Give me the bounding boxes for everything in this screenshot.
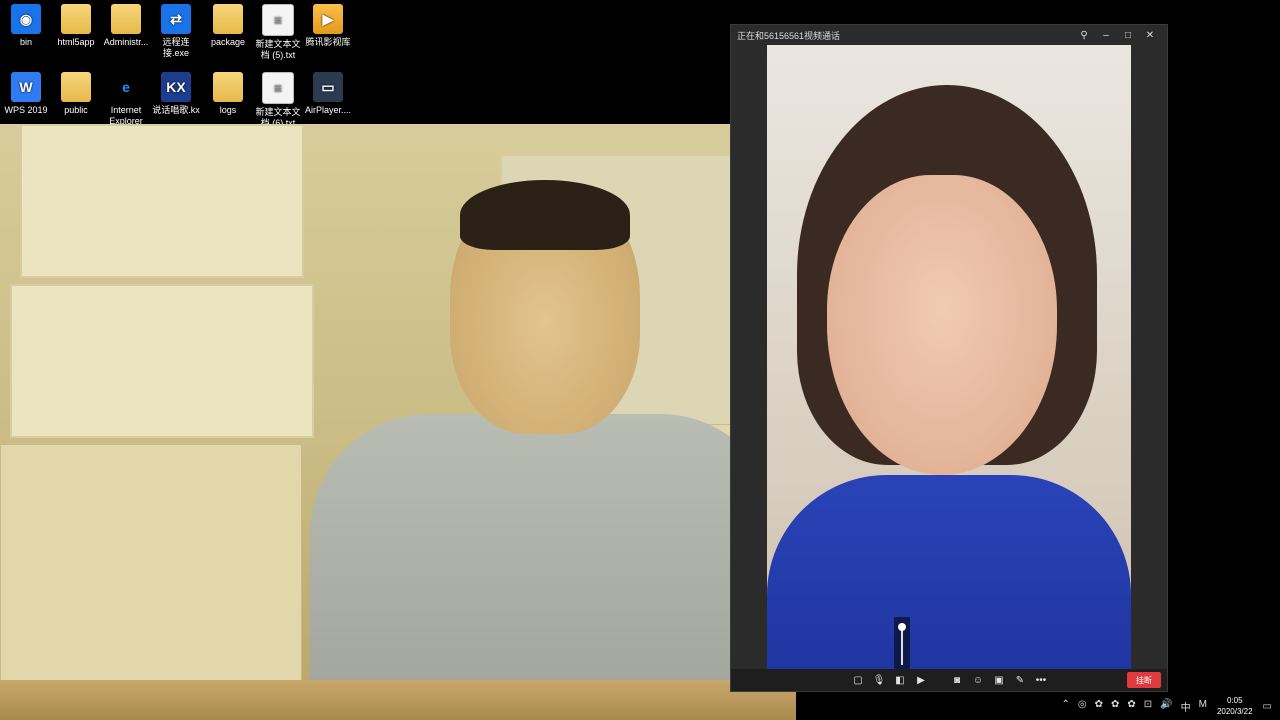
tray-icon[interactable]: ◎ — [1078, 699, 1087, 714]
desktop-icon-label: 远程连接.exe — [162, 37, 190, 58]
notification-icon[interactable]: ▭ — [1263, 701, 1272, 712]
tray-icon[interactable]: ⊡ — [1144, 699, 1152, 714]
video-call-window[interactable]: 正在和56156561视频通话 ⚲ – □ ✕ ▢ 🎙 ◧ ▶ ◙ ☺ ▣ ✎ ••• 挂断 — [730, 24, 1168, 692]
screen-share-icon[interactable]: ▣ — [992, 673, 1006, 687]
desktop-icon-label: WPS 2019 — [4, 105, 48, 115]
remote-video — [767, 45, 1131, 669]
desktop-icon[interactable]: e Internet Explorer — [100, 72, 152, 127]
desktop-icon[interactable]: ▶ 腾讯影视库 — [302, 4, 354, 48]
minimize-button[interactable]: – — [1095, 30, 1117, 41]
tray-icon[interactable]: ⌃ — [1061, 699, 1069, 714]
desktop-icon-label: bin — [19, 37, 32, 47]
desktop-icon[interactable]: ≡ 新建文本文档 (6).txt — [252, 72, 304, 129]
desktop-icon-label: 说话唱歌.kx — [152, 105, 200, 115]
desktop-icon[interactable]: ≡ 新建文本文档 (5).txt — [252, 4, 304, 61]
hair — [460, 180, 630, 250]
toolbar-icons: ▢ 🎙 ◧ ▶ ◙ ☺ ▣ ✎ ••• — [851, 673, 1048, 687]
volume-slider[interactable] — [894, 617, 910, 669]
desktop-icon-label: logs — [219, 105, 237, 115]
folder-icon — [61, 4, 91, 34]
tray-icon[interactable]: ✿ — [1111, 699, 1119, 714]
teamviewer-icon: ⇄ — [161, 4, 191, 34]
desktop-icon-label: package — [210, 37, 246, 47]
system-tray: ⌃ ◎ ✿ ✿ ✿ ⊡ 🔊 中 M 0:05 2020/3/22 ▭ — [1032, 692, 1280, 720]
tray-icon[interactable]: ✿ — [1127, 699, 1135, 714]
local-user — [310, 180, 780, 720]
close-button[interactable]: ✕ — [1139, 30, 1161, 41]
tray-icon[interactable]: M — [1199, 699, 1207, 714]
desktop-icon-label: 新建文本文档 (5).txt — [255, 39, 301, 60]
camera-icon[interactable]: ▶ — [914, 673, 928, 687]
folder-icon — [213, 72, 243, 102]
call-title: 正在和56156561视频通话 — [737, 30, 841, 41]
whiteboard-icon[interactable]: ✎ — [1013, 673, 1027, 687]
desktop-icon[interactable]: Administr... — [100, 4, 152, 48]
wps-icon: W — [11, 72, 41, 102]
tray-icon[interactable]: ✿ — [1095, 699, 1103, 714]
desktop-icon-label: public — [64, 105, 88, 115]
desk — [0, 680, 796, 720]
local-camera-feed — [0, 124, 796, 720]
desktop-icon[interactable]: ◉ bin — [0, 4, 52, 48]
remote-shirt — [767, 475, 1131, 669]
text-file-icon: ≡ — [262, 4, 294, 36]
clock-time: 0:05 — [1226, 696, 1243, 705]
user-folder-icon — [111, 4, 141, 34]
shirt — [310, 414, 780, 720]
wall-shelf — [20, 124, 304, 278]
screenshot-icon[interactable]: ◙ — [950, 673, 964, 687]
desktop-icon[interactable]: ⇄ 远程连接.exe — [150, 4, 202, 59]
remote-face — [827, 175, 1057, 475]
video-library-icon: ▶ — [313, 4, 343, 34]
recycle-bin-icon: ◉ — [11, 4, 41, 34]
desktop-icon[interactable]: public — [50, 72, 102, 116]
desktop-icon[interactable]: html5app — [50, 4, 102, 48]
desktop-icon-label: Administr... — [103, 37, 149, 47]
desktop-icon[interactable]: ▭ AirPlayer.... — [302, 72, 354, 116]
desktop-icon[interactable]: W WPS 2019 — [0, 72, 52, 116]
clock-date: 2020/3/22 — [1216, 707, 1253, 716]
desktop-icon-label: AirPlayer.... — [304, 105, 351, 115]
desktop-icon[interactable]: logs — [202, 72, 254, 116]
tray-icon[interactable]: 🔊 — [1160, 699, 1172, 714]
folder-icon — [61, 72, 91, 102]
desktop-icon-label: html5app — [57, 37, 95, 47]
text-file-icon: ≡ — [262, 72, 294, 104]
desktop-icon[interactable]: package — [202, 4, 254, 48]
airplayer-icon: ▭ — [313, 72, 343, 102]
call-toolbar: ▢ 🎙 ◧ ▶ ◙ ☺ ▣ ✎ ••• 挂断 — [731, 669, 1167, 691]
pin-icon[interactable]: ⚲ — [1073, 30, 1095, 41]
folder-icon — [213, 4, 243, 34]
tray-icons: ⌃ ◎ ✿ ✿ ✿ ⊡ 🔊 中 M — [1061, 699, 1206, 714]
maximize-button[interactable]: □ — [1117, 30, 1139, 41]
microphone-icon[interactable]: 🎙 — [872, 673, 886, 687]
tray-icon[interactable]: 中 — [1181, 699, 1191, 714]
internet-explorer-icon: e — [122, 78, 130, 95]
lower-cabinet — [0, 444, 302, 686]
clock[interactable]: 0:05 2020/3/22 — [1217, 695, 1253, 717]
desktop-icon[interactable]: KX 说话唱歌.kx — [150, 72, 202, 116]
chat-icon[interactable]: ▢ — [851, 673, 865, 687]
more-icon[interactable]: ••• — [1034, 673, 1048, 687]
kx-file-icon: KX — [161, 72, 191, 102]
hangup-button[interactable]: 挂断 — [1127, 672, 1161, 688]
call-titlebar[interactable]: 正在和56156561视频通话 ⚲ – □ ✕ — [731, 25, 1167, 45]
speaker-icon[interactable]: ◧ — [893, 673, 907, 687]
desktop-icon-label: 腾讯影视库 — [305, 37, 351, 47]
effects-icon[interactable]: ☺ — [971, 673, 985, 687]
volume-knob[interactable] — [898, 623, 906, 631]
wall-shelf — [10, 284, 314, 438]
